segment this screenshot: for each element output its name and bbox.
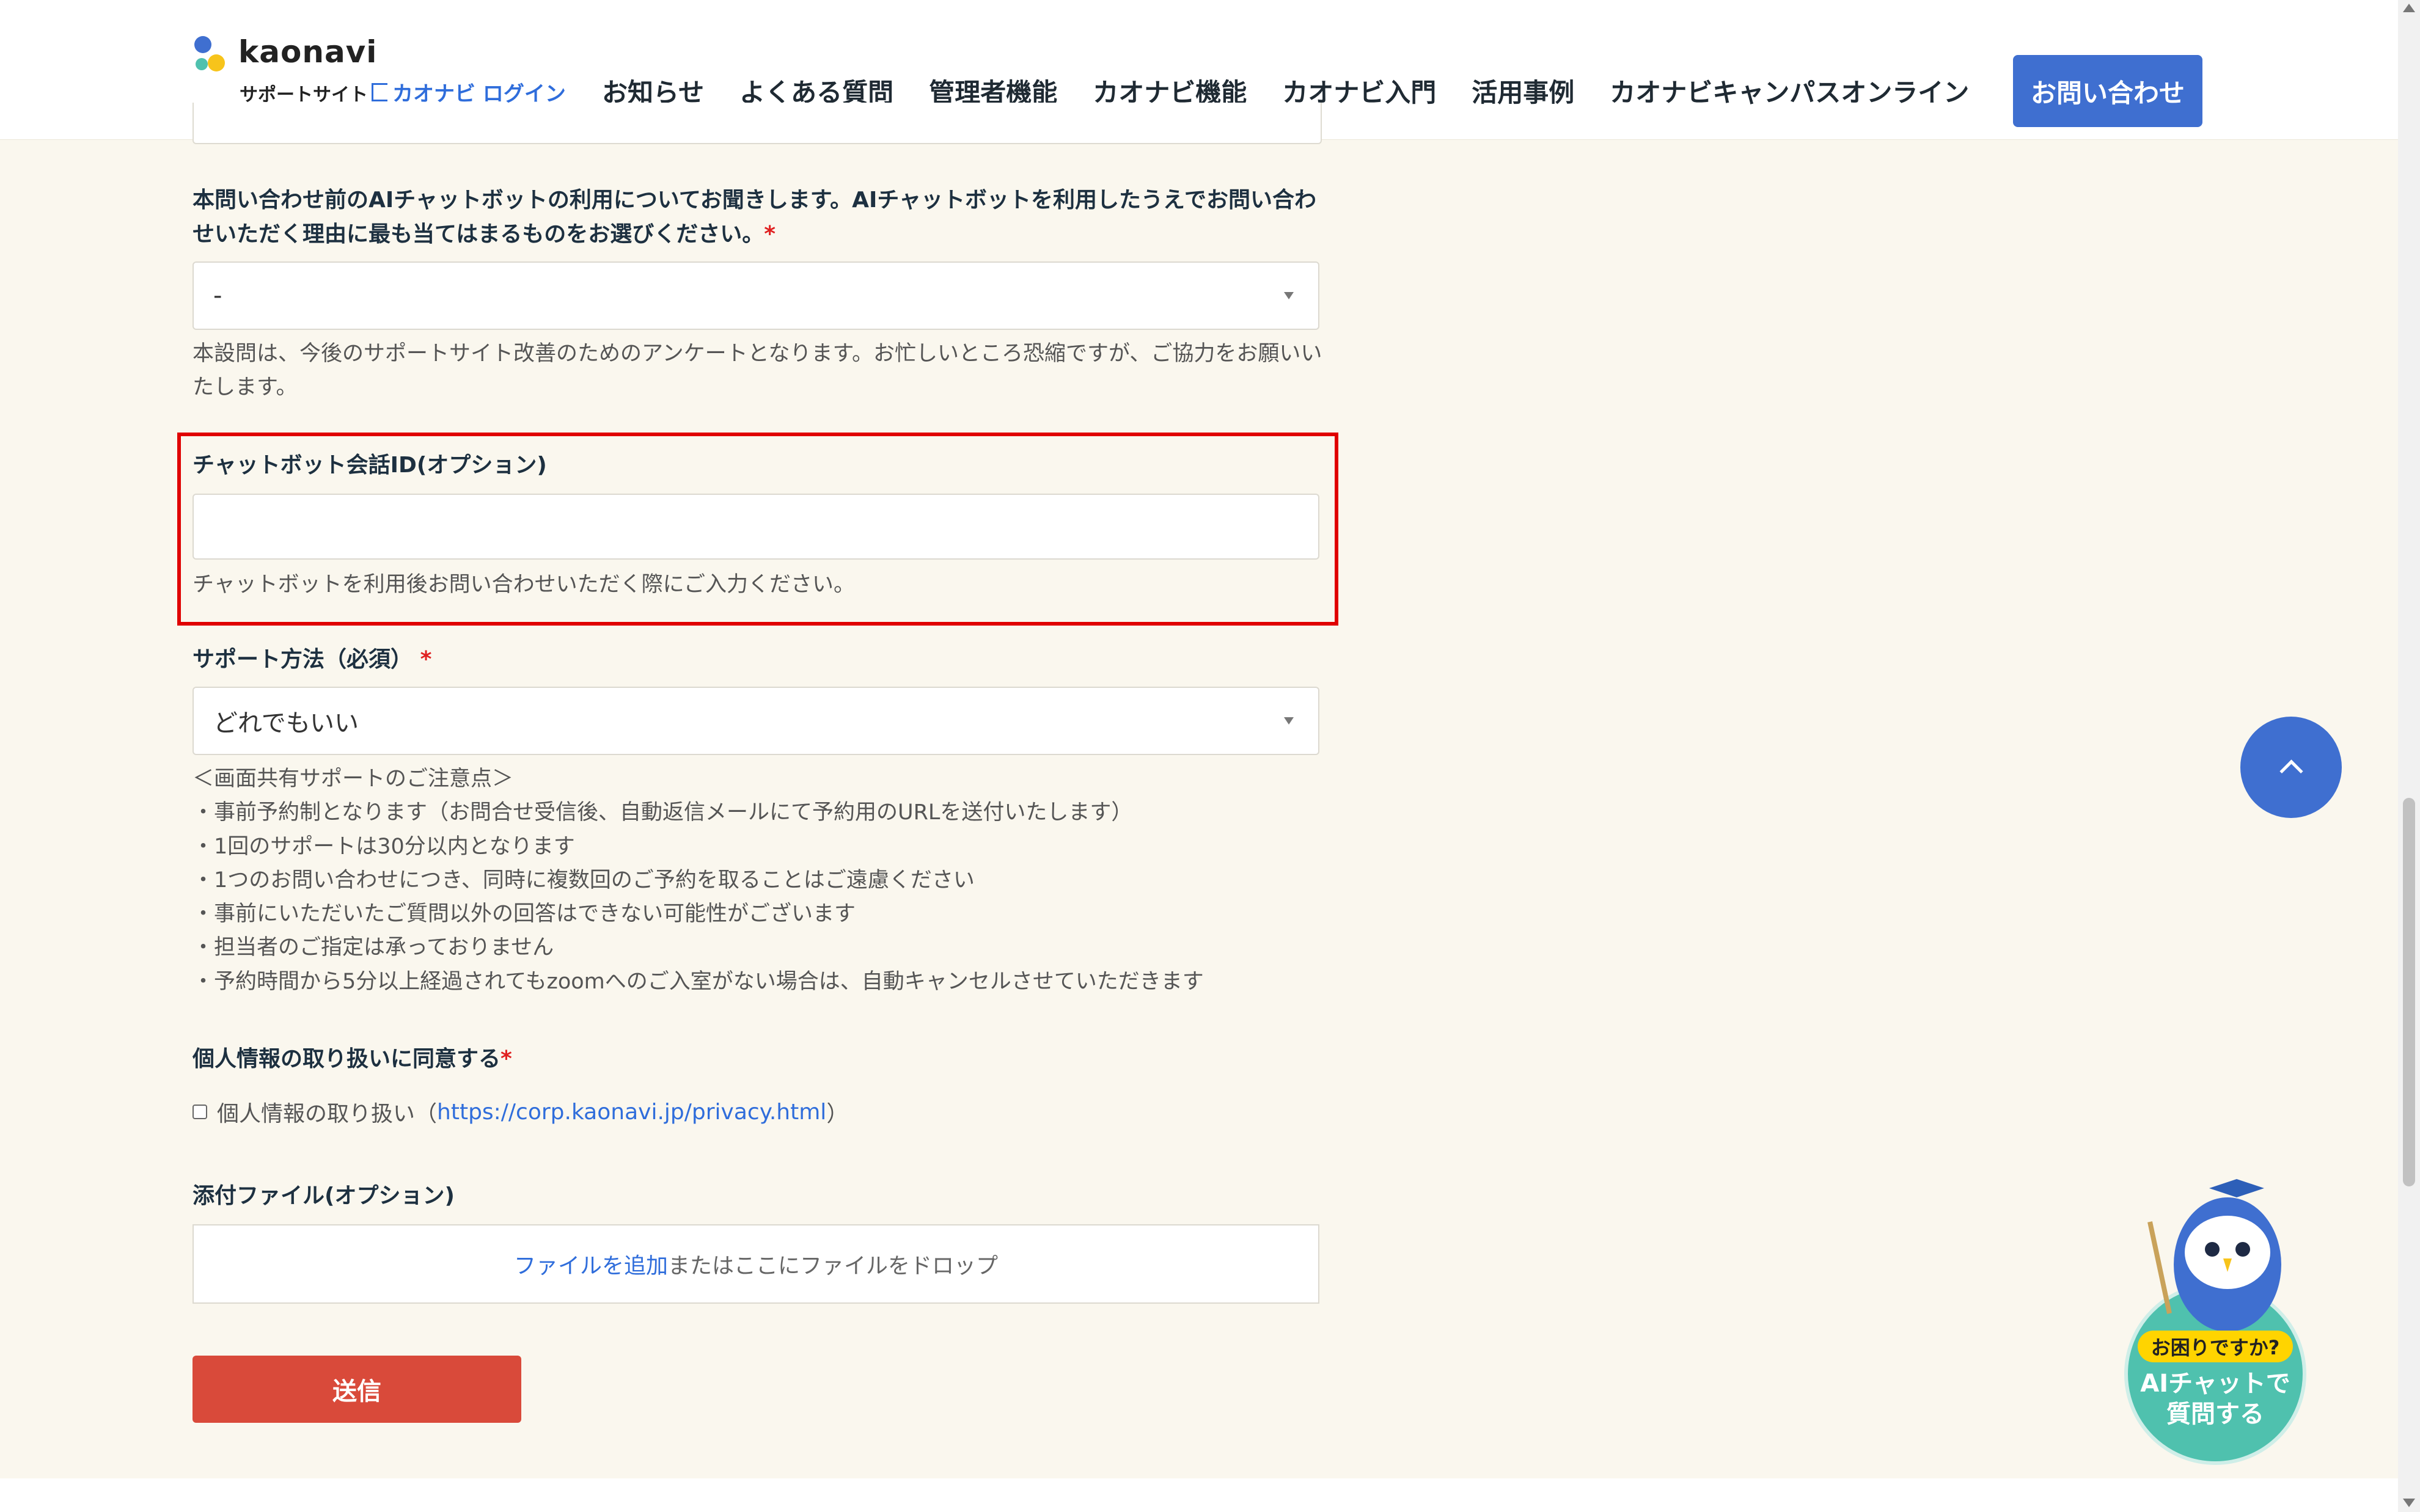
- chatbot-id-label: チャットボット会話ID(オプション): [193, 453, 547, 478]
- chatbot-cta-text: AIチャットで 質問する: [2139, 1368, 2292, 1430]
- page-footer-edge: [0, 1478, 2398, 1512]
- add-file-link[interactable]: ファイルを追加: [514, 1248, 668, 1280]
- ai-question-select-value: -: [213, 282, 222, 310]
- contact-button[interactable]: お問い合わせ: [2013, 55, 2202, 127]
- login-icon: [372, 82, 387, 101]
- ai-question-help: 本設問は、今後のサポートサイト改善のためのアンケートとなります。お忙しいところ恐…: [193, 341, 1322, 400]
- note-line: ＜画面共有サポートのご注意点＞: [193, 767, 514, 791]
- nav-item-case-studies[interactable]: 活用事例: [1472, 72, 1574, 109]
- owl-mascot-icon: [2147, 1179, 2281, 1332]
- submit-button[interactable]: 送信: [193, 1356, 521, 1423]
- chatbot-cta-line1: AIチャットで: [2140, 1370, 2290, 1398]
- required-mark: *: [420, 647, 432, 672]
- chevron-up-icon: [2279, 759, 2303, 783]
- note-line: ・担当者のご指定は承っておりません: [193, 935, 554, 960]
- vertical-scrollbar[interactable]: [2398, 0, 2420, 1512]
- chevron-down-icon: [1284, 717, 1294, 725]
- logo-text: kaonavi: [238, 34, 378, 70]
- note-line: ・1つのお問い合わせにつき、同時に複数回のご予約を取ることはご遠慮ください: [193, 867, 975, 893]
- back-to-top-button[interactable]: [2240, 717, 2342, 818]
- chatbot-badge: お困りですか?: [2138, 1331, 2293, 1362]
- required-mark: *: [764, 221, 776, 247]
- nav-item-campus-online[interactable]: カオナビキャンパスオンライン: [1610, 72, 1969, 109]
- chatbot-id-help: チャットボットを利用後お問い合わせいただく際にご入力ください。: [193, 572, 855, 597]
- support-method-select[interactable]: どれでもいい: [193, 687, 1319, 755]
- logo-mark-icon: [194, 36, 225, 71]
- drop-text: またはここにファイルをドロップ: [668, 1254, 999, 1279]
- support-notes: ＜画面共有サポートのご注意点＞ ・事前予約制となります（お問合せ受信後、自動返信…: [193, 762, 1204, 999]
- privacy-checkbox[interactable]: [193, 1105, 207, 1119]
- note-line: ・事前にいただいたご質問以外の回答はできない可能性がございます: [193, 902, 856, 927]
- file-dropzone[interactable]: ファイルを追加 またはここにファイルをドロップ: [193, 1224, 1319, 1304]
- privacy-checkbox-text: 個人情報の取り扱い（: [217, 1101, 438, 1127]
- required-mark: *: [501, 1046, 512, 1072]
- ai-question-select[interactable]: -: [193, 261, 1319, 330]
- kaonavi-logo[interactable]: kaonavi: [189, 31, 376, 79]
- note-line: ・事前予約制となります（お問合せ受信後、自動返信メールにて予約用のURLを送付い…: [193, 800, 1133, 825]
- chatbot-id-input[interactable]: [193, 494, 1319, 560]
- privacy-policy-link[interactable]: https://corp.kaonavi.jp/privacy.html: [437, 1100, 826, 1125]
- support-method-label: サポート方法（必須） *: [193, 647, 432, 672]
- note-line: ・1回のサポートは30分以内となります: [193, 834, 575, 859]
- support-method-select-value: どれでもいい: [213, 709, 359, 737]
- scroll-up-icon[interactable]: [2403, 4, 2415, 12]
- previous-field-input[interactable]: [193, 103, 1322, 144]
- ai-chatbot-widget[interactable]: お困りですか? AIチャットで 質問する: [2121, 1173, 2310, 1465]
- scroll-down-icon[interactable]: [2403, 1499, 2415, 1507]
- ai-question-label: 本問い合わせ前のAIチャットボットの利用についてお聞きします。AIチャットボット…: [193, 188, 1316, 247]
- note-line: ・予約時間から5分以上経過されてもzoomへのご入室がない場合は、自動キャンセル…: [193, 969, 1204, 994]
- chevron-down-icon: [1284, 292, 1294, 299]
- privacy-close-paren: ）: [826, 1101, 849, 1127]
- chatbot-cta-line2: 質問する: [2166, 1400, 2264, 1428]
- scroll-thumb[interactable]: [2403, 798, 2415, 1186]
- privacy-label: 個人情報の取り扱いに同意する*: [193, 1046, 512, 1072]
- attachment-label: 添付ファイル(オプション): [193, 1183, 455, 1208]
- privacy-consent: 個人情報の取り扱い（ https://corp.kaonavi.jp/priva…: [193, 1096, 848, 1128]
